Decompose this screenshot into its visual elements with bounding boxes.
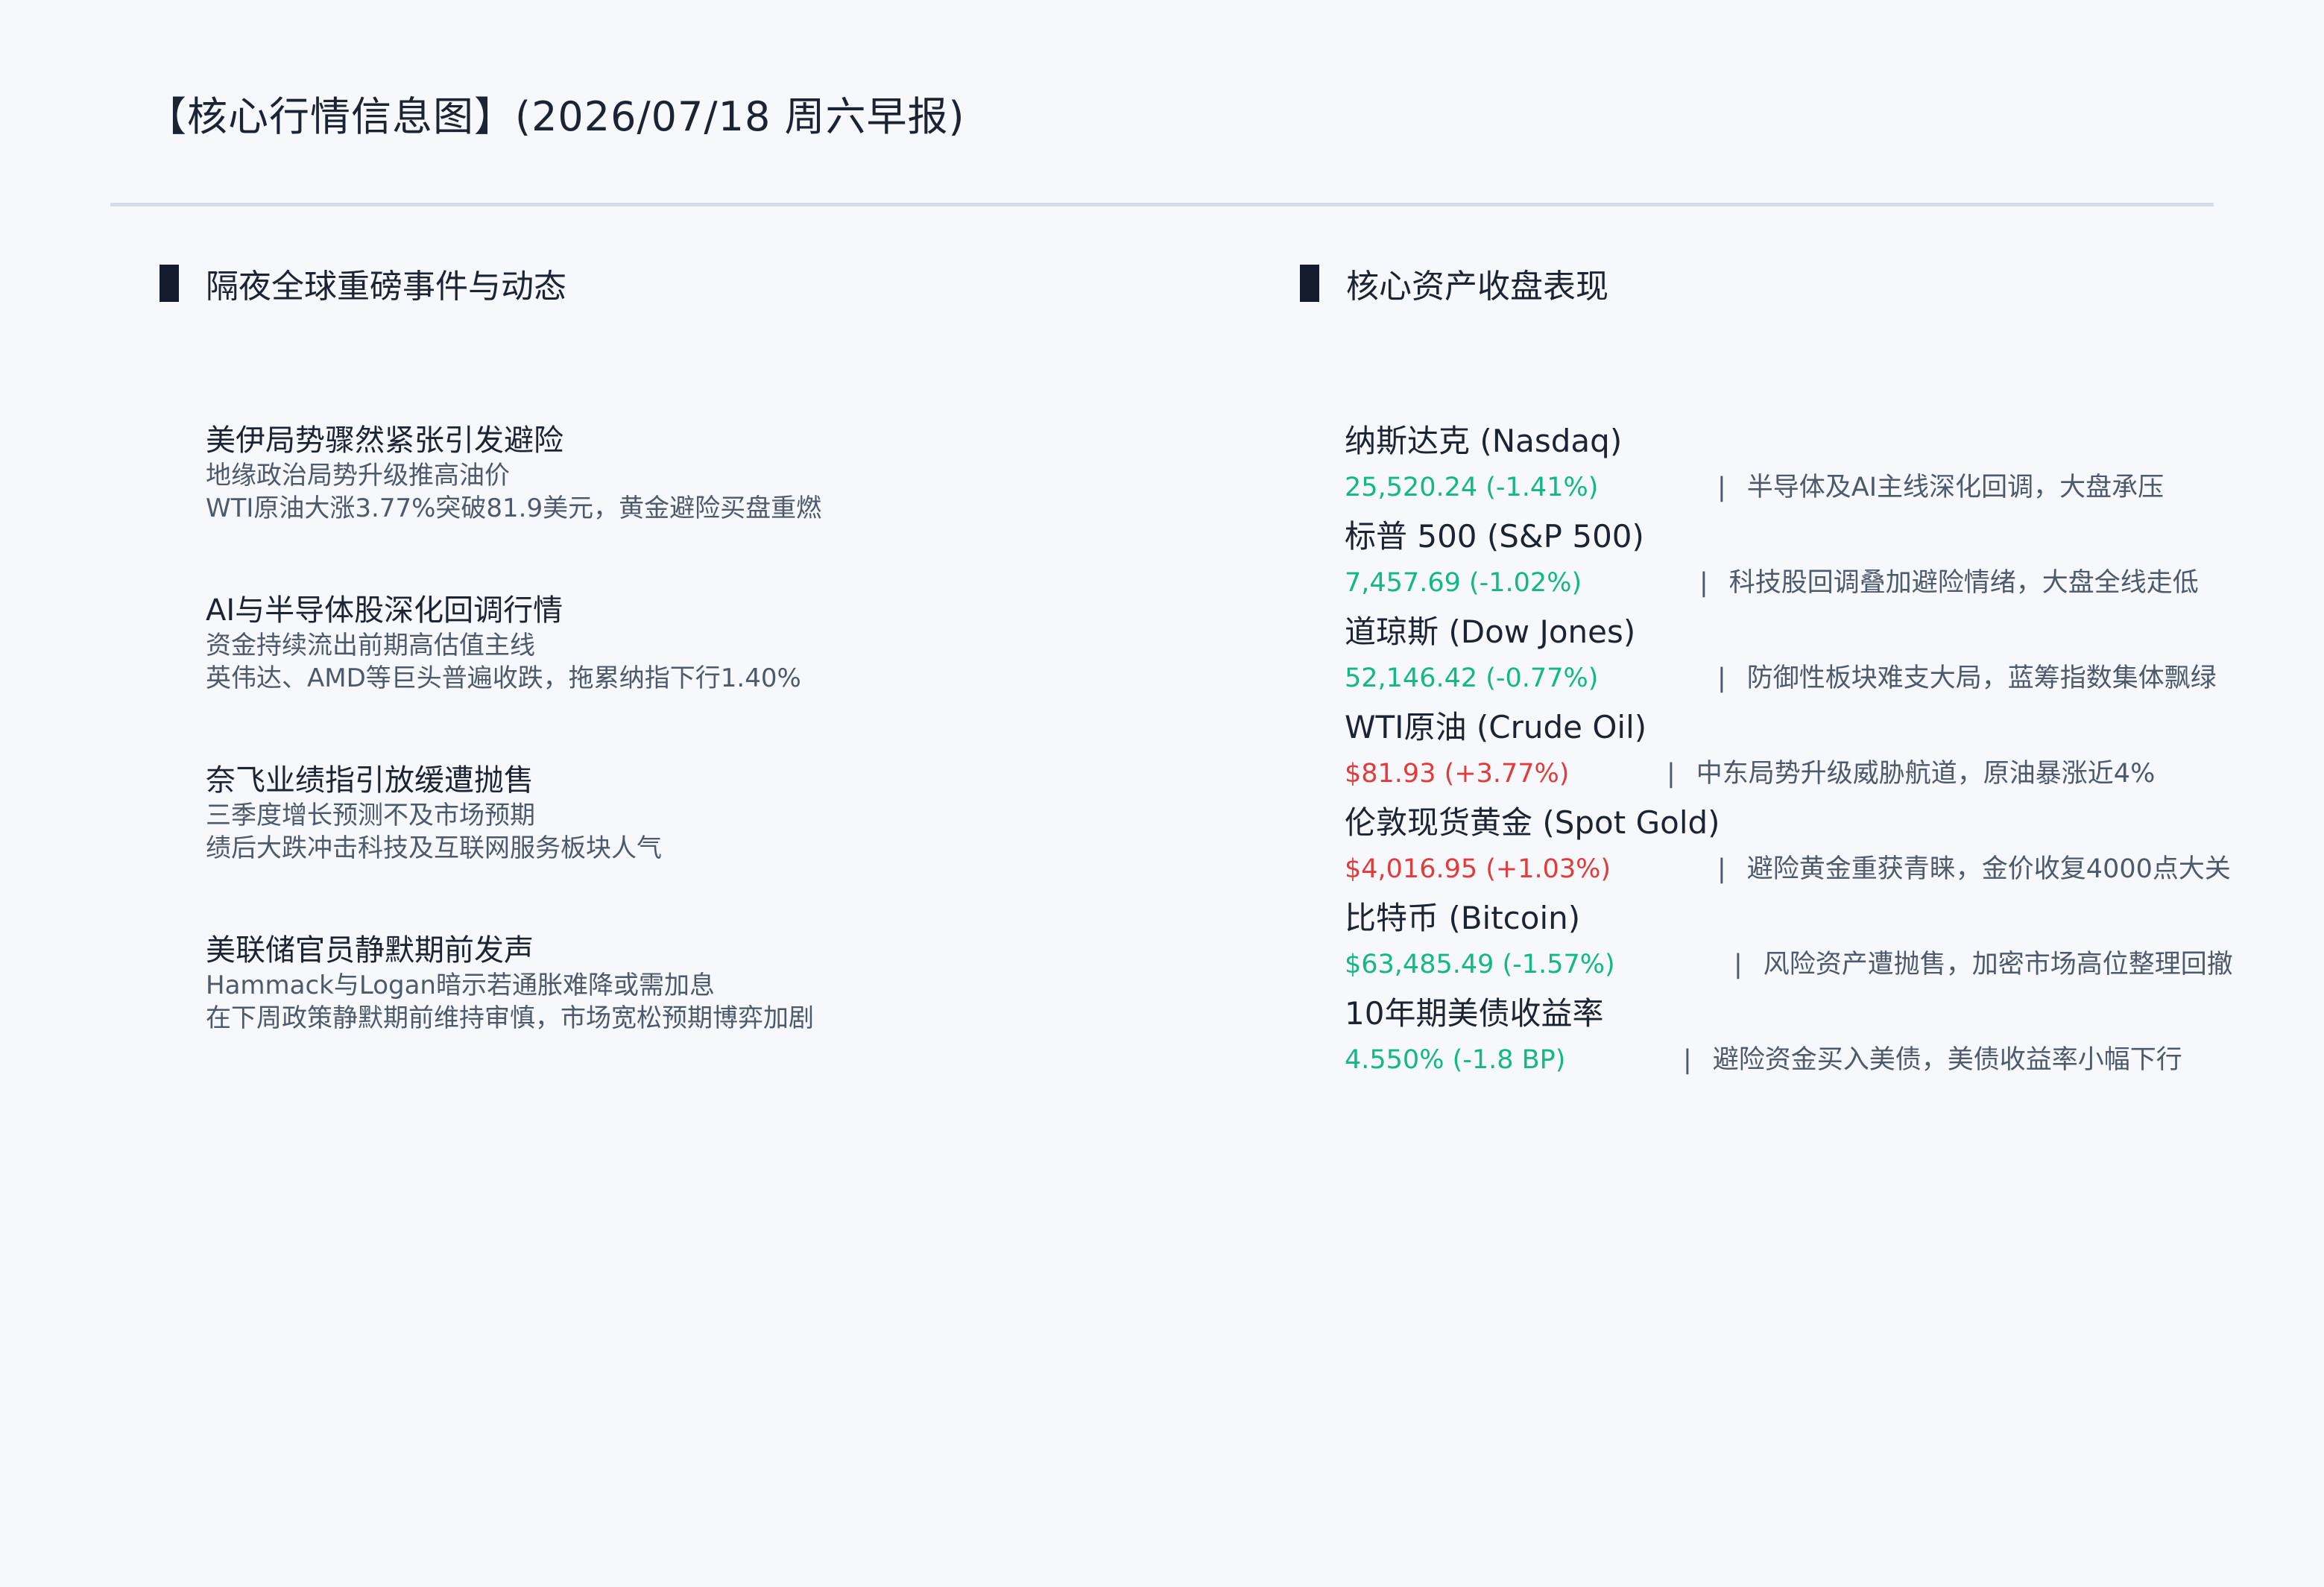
asset-note: 避险黄金重获青睐，金价收复4000点大关	[1746, 854, 2231, 884]
asset-item: 纳斯达克 (Nasdaq) 25,520.24 (-1.41%) | 半导体及AI…	[1345, 422, 2314, 508]
asset-name: WTI原油 (Crude Oil)	[1345, 709, 1647, 745]
asset-name: 纳斯达克 (Nasdaq)	[1345, 423, 1623, 459]
event-item: 奈飞业绩指引放缓遭抛售 三季度增长预测不及市场预期 绩后大跌冲击科技及互联网服务…	[206, 762, 662, 865]
event-detail: 英伟达、AMD等巨头普遍收跌，拖累纳指下行1.40%	[206, 663, 801, 693]
asset-item: 10年期美债收益率 4.550% (-1.8 BP) | 避险资金买入美债，美债收…	[1345, 994, 2314, 1081]
asset-name: 标普 500 (S&P 500)	[1345, 518, 1644, 555]
asset-name: 伦敦现货黄金 (Spot Gold)	[1345, 804, 1720, 841]
event-item: AI与半导体股深化回调行情 资金持续流出前期高估值主线 英伟达、AMD等巨头普遍…	[206, 592, 801, 695]
asset-note: 中东局势升级威胁航道，原油暴涨近4%	[1696, 759, 2156, 789]
section-accent-bar	[1300, 265, 1319, 302]
asset-name: 比特币 (Bitcoin)	[1345, 900, 1581, 936]
assets-section-header: 核心资产收盘表现	[1300, 262, 1608, 306]
section-accent-bar	[160, 265, 179, 302]
event-item: 美伊局势骤然紧张引发避险 地缘政治局势升级推高油价 WTI原油大涨3.77%突破…	[206, 422, 821, 525]
event-title: 奈飞业绩指引放缓遭抛售	[206, 763, 534, 798]
events-section-title: 隔夜全球重磅事件与动态	[206, 268, 566, 306]
asset-value: $81.93 (+3.77%)	[1345, 759, 1570, 789]
event-title: 美伊局势骤然紧张引发避险	[206, 423, 563, 458]
asset-note: 风险资产遭抛售，加密市场高位整理回撤	[1763, 950, 2233, 979]
separator-pipe: |	[1717, 473, 1726, 502]
event-detail: 绩后大跌冲击科技及互联网服务板块人气	[206, 833, 662, 863]
asset-value: 7,457.69 (-1.02%)	[1345, 568, 1582, 598]
asset-item: 比特币 (Bitcoin) $63,485.49 (-1.57%) | 风险资产遭…	[1345, 899, 2314, 985]
event-detail: 地缘政治局势升级推高油价	[206, 461, 510, 490]
title-divider	[110, 203, 2214, 206]
asset-item: 伦敦现货黄金 (Spot Gold) $4,016.95 (+1.03%) | 避…	[1345, 804, 2314, 890]
event-detail: 在下周政策静默期前维持审慎，市场宽松预期博弈加剧	[206, 1003, 814, 1033]
separator-pipe: |	[1683, 1045, 1692, 1075]
separator-pipe: |	[1667, 759, 1676, 789]
asset-name: 10年期美债收益率	[1345, 995, 1604, 1032]
event-detail: WTI原油大涨3.77%突破81.9美元，黄金避险买盘重燃	[206, 493, 822, 523]
event-detail: 三季度增长预测不及市场预期	[206, 801, 535, 830]
separator-pipe: |	[1717, 854, 1726, 884]
page-title: 【核心行情信息图】(2026/07/18 周六早报)	[146, 93, 965, 140]
assets-section-title: 核心资产收盘表现	[1346, 268, 1608, 306]
asset-value: 4.550% (-1.8 BP)	[1345, 1045, 1566, 1075]
asset-item: 标普 500 (S&P 500) 7,457.69 (-1.02%) | 科技股回…	[1345, 517, 2314, 604]
event-item: 美联储官员静默期前发声 Hammack与Logan暗示若通胀难降或需加息 在下周…	[206, 932, 814, 1035]
asset-name: 道琼斯 (Dow Jones)	[1345, 613, 1636, 650]
event-title: AI与半导体股深化回调行情	[206, 593, 563, 628]
events-section-header: 隔夜全球重磅事件与动态	[160, 262, 566, 306]
asset-value: $63,485.49 (-1.57%)	[1345, 950, 1615, 979]
separator-pipe: |	[1699, 568, 1708, 598]
separator-pipe: |	[1734, 950, 1743, 979]
asset-note: 避险资金买入美债，美债收益率小幅下行	[1712, 1045, 2182, 1075]
asset-value: 52,146.42 (-0.77%)	[1345, 663, 1599, 693]
event-title: 美联储官员静默期前发声	[206, 933, 534, 968]
asset-note: 防御性板块难支大局，蓝筹指数集体飘绿	[1746, 663, 2217, 693]
event-detail: Hammack与Logan暗示若通胀难降或需加息	[206, 971, 715, 1000]
asset-note: 半导体及AI主线深化回调，大盘承压	[1746, 473, 2164, 502]
asset-item: 道琼斯 (Dow Jones) 52,146.42 (-0.77%) | 防御性板…	[1345, 613, 2314, 699]
asset-item: WTI原油 (Crude Oil) $81.93 (+3.77%) | 中东局势升…	[1345, 708, 2314, 795]
asset-note: 科技股回调叠加避险情绪，大盘全线走低	[1728, 568, 2199, 598]
event-detail: 资金持续流出前期高估值主线	[206, 631, 535, 660]
separator-pipe: |	[1717, 663, 1726, 693]
asset-value: $4,016.95 (+1.03%)	[1345, 854, 1611, 884]
asset-value: 25,520.24 (-1.41%)	[1345, 473, 1599, 502]
